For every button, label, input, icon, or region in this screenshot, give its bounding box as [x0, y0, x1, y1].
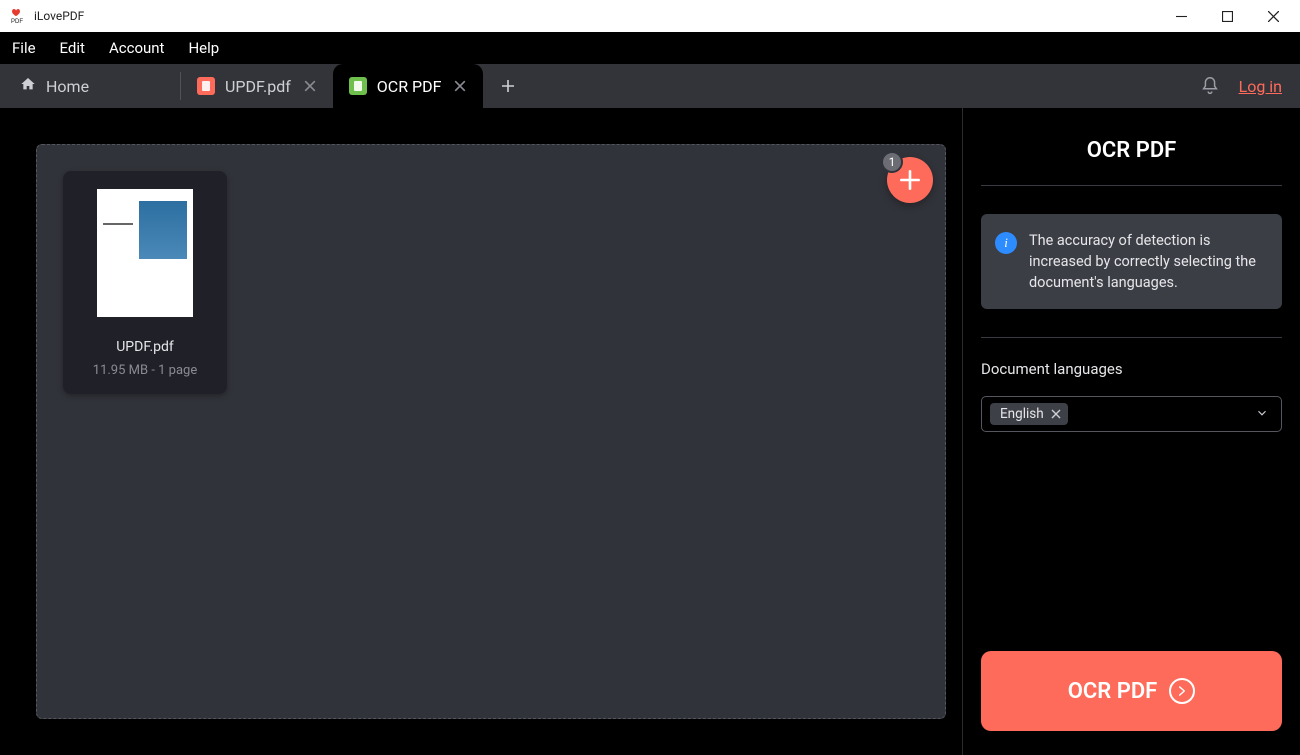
login-link[interactable]: Log in — [1239, 77, 1282, 96]
info-icon: i — [995, 232, 1017, 254]
file-meta-label: 11.95 MB - 1 page — [93, 363, 197, 378]
titlebar: PDF iLovePDF — [0, 0, 1300, 32]
info-text: The accuracy of detection is increased b… — [1029, 230, 1266, 293]
window-controls — [1158, 0, 1296, 32]
app-title: iLovePDF — [34, 9, 84, 23]
close-button[interactable] — [1250, 0, 1296, 32]
file-dropzone[interactable]: 1 UPDF.pdf 11.95 MB - 1 page — [36, 144, 946, 719]
pdf-file-icon — [197, 77, 215, 95]
home-icon — [20, 76, 36, 96]
tab-ocr-label: OCR PDF — [377, 77, 442, 96]
app-logo-icon: PDF — [10, 8, 26, 24]
main-area: 1 UPDF.pdf 11.95 MB - 1 page OCR PDF i — [0, 108, 1300, 755]
info-box: i The accuracy of detection is increased… — [981, 214, 1282, 309]
menu-file[interactable]: File — [12, 39, 36, 57]
menu-account[interactable]: Account — [109, 39, 165, 57]
language-chip-label: English — [1000, 406, 1044, 422]
ocr-button-label: OCR PDF — [1068, 679, 1158, 704]
minimize-button[interactable] — [1158, 0, 1204, 32]
language-select[interactable]: English — [981, 396, 1282, 432]
tab-home-label: Home — [46, 77, 89, 96]
language-label: Document languages — [981, 360, 1282, 378]
language-chip: English — [990, 403, 1068, 425]
ocr-file-icon — [349, 77, 367, 95]
sidebar: OCR PDF i The accuracy of detection is i… — [962, 108, 1300, 755]
tab-updf-label: UPDF.pdf — [225, 77, 291, 96]
tabbar: Home UPDF.pdf OCR PDF — [0, 64, 1300, 108]
notifications-icon[interactable] — [1199, 75, 1221, 97]
file-count-badge: 1 — [881, 151, 903, 173]
svg-text:PDF: PDF — [11, 19, 23, 24]
remove-language-icon[interactable] — [1050, 408, 1062, 420]
tab-ocr-close-icon[interactable] — [451, 77, 469, 95]
tab-updf-close-icon[interactable] — [301, 77, 319, 95]
maximize-button[interactable] — [1204, 0, 1250, 32]
file-card[interactable]: UPDF.pdf 11.95 MB - 1 page — [63, 171, 227, 394]
plus-icon — [897, 167, 923, 193]
chevron-down-icon — [1255, 405, 1269, 424]
menubar: File Edit Account Help — [0, 32, 1300, 64]
arrow-right-circle-icon — [1169, 678, 1195, 704]
sidebar-title: OCR PDF — [981, 138, 1282, 186]
tab-updf[interactable]: UPDF.pdf — [181, 64, 333, 108]
tab-ocr-pdf[interactable]: OCR PDF — [333, 64, 484, 108]
tab-home[interactable]: Home — [0, 64, 180, 108]
menu-edit[interactable]: Edit — [60, 39, 85, 57]
file-thumbnail — [97, 189, 193, 317]
menu-help[interactable]: Help — [188, 39, 219, 57]
add-tab-button[interactable] — [495, 73, 521, 99]
ocr-action-button[interactable]: OCR PDF — [981, 651, 1282, 731]
file-name-label: UPDF.pdf — [116, 339, 174, 355]
